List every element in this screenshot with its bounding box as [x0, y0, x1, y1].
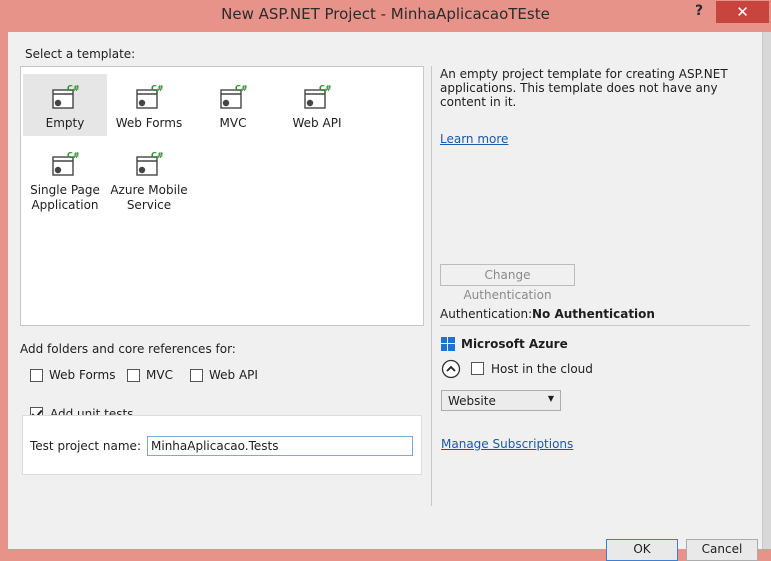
- template-empty[interactable]: C# Empty: [23, 74, 107, 136]
- mvc-checkbox[interactable]: [127, 369, 140, 382]
- web-forms-checkbox[interactable]: [30, 369, 43, 382]
- ok-button[interactable]: OK: [606, 539, 678, 561]
- mvc-label: MVC: [146, 368, 173, 382]
- host-in-cloud-label: Host in the cloud: [491, 362, 593, 376]
- project-template-icon: C#: [52, 151, 80, 176]
- template-description: An empty project template for creating A…: [440, 67, 728, 109]
- azure-title: Microsoft Azure: [461, 337, 568, 351]
- template-single-page-application[interactable]: C# Single Page Application: [23, 141, 107, 217]
- template-label: Single Page Application: [30, 183, 100, 212]
- vertical-divider: [431, 66, 432, 506]
- svg-text:C#: C#: [235, 84, 248, 93]
- azure-target-select[interactable]: Website ▼: [441, 390, 561, 411]
- manage-subscriptions-link[interactable]: Manage Subscriptions: [441, 437, 573, 451]
- select-template-label: Select a template:: [25, 47, 136, 61]
- learn-more-link[interactable]: Learn more: [440, 132, 508, 146]
- web-api-checkbox[interactable]: [190, 369, 203, 382]
- chevron-up-icon[interactable]: [441, 359, 461, 379]
- windows-logo-icon: [441, 337, 455, 351]
- right-edge-strip: [762, 32, 771, 549]
- chevron-down-icon: ▼: [547, 394, 554, 403]
- template-list: C# Empty C# Web Forms C# MVC C# Web API: [20, 66, 424, 326]
- host-in-cloud-checkbox[interactable]: [471, 362, 484, 375]
- authentication-label: Authentication:: [440, 307, 533, 321]
- svg-text:C#: C#: [319, 84, 332, 93]
- change-authentication-button[interactable]: Change Authentication: [440, 264, 575, 302]
- cancel-button[interactable]: Cancel: [686, 539, 758, 561]
- test-project-name-label: Test project name:: [30, 439, 141, 453]
- project-template-icon: C#: [136, 151, 164, 176]
- folders-heading: Add folders and core references for:: [20, 342, 236, 356]
- project-template-icon: C#: [52, 84, 80, 109]
- authentication-value: No Authentication: [532, 307, 655, 321]
- svg-text:C#: C#: [67, 84, 80, 93]
- svg-text:C#: C#: [151, 151, 164, 160]
- authentication-divider: [440, 325, 750, 326]
- template-web-api[interactable]: C# Web API: [275, 74, 359, 136]
- web-api-label: Web API: [209, 368, 258, 382]
- template-label: Empty: [45, 116, 85, 130]
- svg-text:C#: C#: [151, 84, 164, 93]
- close-button[interactable]: ✕: [716, 1, 769, 23]
- template-label: MVC: [219, 116, 247, 130]
- web-forms-label: Web Forms: [49, 368, 116, 382]
- template-web-forms[interactable]: C# Web Forms: [107, 74, 191, 136]
- svg-text:C#: C#: [67, 151, 80, 160]
- test-project-name-input[interactable]: MinhaAplicacao.Tests: [147, 436, 413, 456]
- project-template-icon: C#: [304, 84, 332, 109]
- template-mvc[interactable]: C# MVC: [191, 74, 275, 136]
- template-label: Web API: [292, 116, 342, 130]
- project-template-icon: C#: [136, 84, 164, 109]
- azure-target-value: Website: [448, 394, 496, 408]
- template-label: Azure Mobile Service: [110, 183, 188, 212]
- template-label: Web Forms: [115, 116, 183, 130]
- help-button[interactable]: ?: [686, 2, 712, 20]
- project-template-icon: C#: [220, 84, 248, 109]
- title-bar: New ASP.NET Project - MinhaAplicacaoTEst…: [0, 0, 771, 32]
- template-azure-mobile-service[interactable]: C# Azure Mobile Service: [107, 141, 191, 217]
- window-title: New ASP.NET Project - MinhaAplicacaoTEst…: [221, 5, 550, 23]
